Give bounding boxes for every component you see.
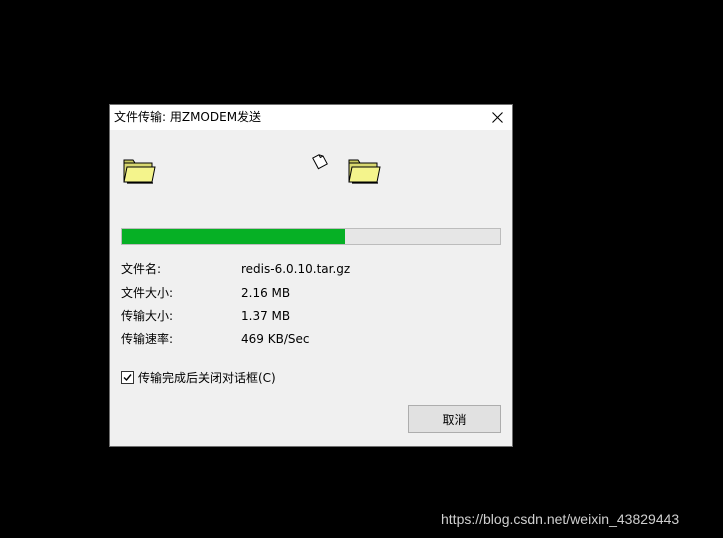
filename-value: redis-6.0.10.tar.gz: [241, 262, 351, 276]
info-row-filename: 文件名: redis-6.0.10.tar.gz: [121, 261, 501, 277]
cancel-button[interactable]: 取消: [408, 405, 501, 433]
checkmark-icon: [123, 373, 132, 381]
source-folder-icon: [123, 159, 156, 184]
transferred-label: 传输大小:: [121, 309, 174, 323]
filename-label: 文件名:: [121, 262, 162, 276]
transfer-progress-fill: [122, 229, 345, 244]
info-row-rate: 传输速率: 469 KB/Sec: [121, 331, 501, 347]
document-icon: [312, 154, 328, 170]
info-row-transferred: 传输大小: 1.37 MB: [121, 308, 501, 324]
dialog-titlebar[interactable]: 文件传输: 用ZMODEM发送: [110, 105, 512, 130]
close-after-transfer-label: 传输完成后关闭对话框(C): [138, 370, 276, 385]
transfer-progress-bar: [121, 228, 501, 245]
transferred-value: 1.37 MB: [241, 309, 291, 323]
rate-label: 传输速率:: [121, 332, 174, 346]
desktop-background: 文件传输: 用ZMODEM发送 文件名: redis-6.0.10.tar.gz…: [0, 0, 723, 538]
filesize-value: 2.16 MB: [241, 286, 291, 300]
dialog-title: 文件传输: 用ZMODEM发送: [114, 110, 262, 124]
zmodem-transfer-dialog: 文件传输: 用ZMODEM发送 文件名: redis-6.0.10.tar.gz…: [109, 104, 513, 447]
watermark-url: https://blog.csdn.net/weixin_43829443: [441, 511, 680, 527]
rate-value: 469 KB/Sec: [241, 332, 310, 346]
close-after-transfer-option[interactable]: 传输完成后关闭对话框(C): [121, 369, 276, 385]
info-row-filesize: 文件大小: 2.16 MB: [121, 285, 501, 301]
close-after-transfer-checkbox[interactable]: [121, 370, 134, 384]
destination-folder-icon: [348, 159, 381, 184]
close-button[interactable]: [482, 105, 512, 130]
close-icon: [491, 112, 503, 123]
filesize-label: 文件大小:: [121, 286, 174, 300]
